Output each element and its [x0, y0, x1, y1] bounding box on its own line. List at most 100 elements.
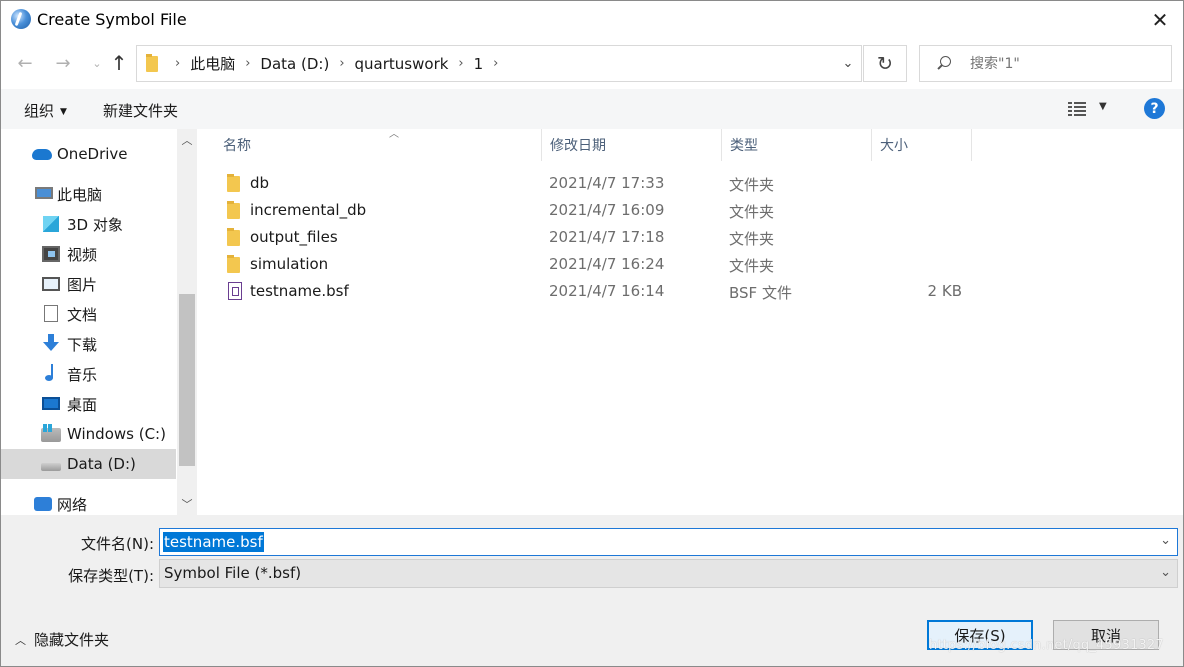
address-history-dropdown[interactable]: ⌄: [835, 46, 861, 81]
view-options-icon[interactable]: [1068, 102, 1086, 116]
3d-objects-icon: [43, 216, 59, 232]
up-button[interactable]: ↑: [107, 51, 131, 75]
breadcrumb-this-pc[interactable]: 此电脑: [190, 53, 235, 74]
search-input[interactable]: [970, 53, 1160, 75]
sidebar-item-data-d[interactable]: Data (D:): [1, 449, 176, 479]
folder-icon: [227, 255, 240, 273]
sidebar-item-documents[interactable]: 文档: [1, 299, 176, 329]
this-pc-icon: [35, 187, 53, 199]
sidebar-item-label: 桌面: [67, 395, 98, 414]
help-icon[interactable]: ?: [1144, 98, 1165, 119]
file-name: testname.bsf: [250, 282, 349, 300]
chevron-right-icon[interactable]: ›: [448, 56, 473, 71]
sidebar-item-3d-objects[interactable]: 3D 对象: [1, 209, 176, 239]
sidebar-item-label: 网络: [57, 495, 88, 514]
bsf-file-icon: [228, 282, 242, 300]
file-row-db[interactable]: db 2021/4/7 17:33 文件夹: [221, 170, 981, 197]
close-button[interactable]: ✕: [1137, 1, 1183, 39]
sidebar-item-downloads[interactable]: 下载: [1, 329, 176, 359]
column-header-date[interactable]: 修改日期: [542, 129, 722, 161]
filename-input-value[interactable]: testname.bsf: [163, 532, 264, 552]
chevron-up-icon: ︿: [15, 633, 26, 647]
filename-field[interactable]: testname.bsf ⌄: [159, 528, 1178, 556]
file-type: 文件夹: [729, 257, 775, 275]
sidebar-item-desktop[interactable]: 桌面: [1, 389, 176, 419]
sidebar-item-windows-c[interactable]: Windows (C:): [1, 419, 176, 449]
chevron-right-icon[interactable]: ›: [235, 56, 260, 71]
folder-icon: [227, 174, 240, 192]
sidebar-item-network[interactable]: 网络: [1, 489, 176, 515]
file-type: 文件夹: [729, 176, 775, 194]
pictures-icon: [42, 277, 60, 291]
chevron-right-icon[interactable]: ›: [165, 56, 190, 71]
hide-folders-toggle[interactable]: ︿ 隐藏文件夹: [15, 629, 109, 650]
file-row-testname-bsf[interactable]: testname.bsf 2021/4/7 16:14 BSF 文件 2 KB: [221, 278, 981, 305]
arrow-left-icon: ←: [17, 52, 33, 74]
scroll-up-button[interactable]: ︿: [177, 129, 197, 151]
file-date: 2021/4/7 16:09: [549, 201, 665, 219]
address-bar[interactable]: › 此电脑 › Data (D:) › quartuswork › 1 › ⌄: [136, 45, 862, 82]
navigation-pane: OneDrive 此电脑 3D 对象 视频 图片 文档 下载 音乐 桌面 Win…: [1, 129, 197, 515]
search-icon: [936, 56, 952, 72]
chevron-down-icon: ⌄: [92, 56, 102, 70]
file-name: simulation: [250, 255, 329, 273]
chevron-right-icon[interactable]: ›: [483, 56, 508, 71]
close-icon: ✕: [1151, 8, 1169, 32]
filetype-label: 保存类型(T):: [68, 567, 154, 585]
desktop-icon: [42, 397, 60, 410]
new-folder-button[interactable]: 新建文件夹: [103, 100, 178, 121]
chevron-down-icon[interactable]: ⌄: [1160, 533, 1171, 548]
column-header-name[interactable]: ︿ 名称: [215, 129, 542, 161]
sidebar-item-this-pc[interactable]: 此电脑: [1, 179, 176, 209]
recent-locations-button[interactable]: ⌄: [85, 51, 109, 75]
sidebar-item-label: Windows (C:): [67, 425, 166, 443]
file-name: output_files: [250, 228, 338, 246]
breadcrumb-quartuswork[interactable]: quartuswork: [355, 55, 449, 73]
documents-icon: [44, 305, 58, 322]
sidebar-scrollbar[interactable]: ︿ ﹀: [177, 129, 197, 515]
file-size: 2 KB: [927, 282, 962, 300]
sidebar-item-videos[interactable]: 视频: [1, 239, 176, 269]
file-row-incremental-db[interactable]: incremental_db 2021/4/7 16:09 文件夹: [221, 197, 981, 224]
sidebar-item-onedrive[interactable]: OneDrive: [1, 139, 176, 169]
caret-down-icon: ▼: [60, 107, 67, 117]
chevron-down-icon: ﹀: [181, 498, 193, 511]
scroll-down-button[interactable]: ﹀: [177, 493, 197, 515]
file-name: incremental_db: [250, 201, 367, 219]
downloads-icon: [43, 334, 59, 352]
file-date: 2021/4/7 16:24: [549, 255, 665, 273]
file-type: 文件夹: [729, 203, 775, 221]
chevron-up-icon: ︿: [181, 134, 193, 147]
chevron-right-icon[interactable]: ›: [329, 56, 354, 71]
organize-menu-button[interactable]: 组织 ▼: [24, 100, 67, 121]
organize-label: 组织: [24, 102, 55, 120]
watermark-text: https://blog.csdn.net/qq_45931327: [929, 638, 1164, 653]
breadcrumb: › 此电脑 › Data (D:) › quartuswork › 1 ›: [165, 46, 508, 81]
filetype-selected-value: Symbol File (*.bsf): [164, 564, 302, 582]
column-header-type[interactable]: 类型: [722, 129, 872, 161]
breadcrumb-folder-1[interactable]: 1: [474, 55, 484, 73]
chevron-down-icon: ⌄: [1160, 565, 1171, 580]
sidebar-item-pictures[interactable]: 图片: [1, 269, 176, 299]
videos-icon: [42, 246, 60, 262]
search-box: [919, 45, 1172, 82]
file-row-output-files[interactable]: output_files 2021/4/7 17:18 文件夹: [221, 224, 981, 251]
refresh-button[interactable]: ↻: [863, 45, 907, 82]
back-button[interactable]: ←: [13, 51, 37, 75]
onedrive-icon: [32, 149, 52, 160]
breadcrumb-data-drive[interactable]: Data (D:): [260, 55, 329, 73]
column-header-size[interactable]: 大小: [872, 129, 972, 161]
file-row-simulation[interactable]: simulation 2021/4/7 16:24 文件夹: [221, 251, 981, 278]
filetype-select[interactable]: Symbol File (*.bsf) ⌄: [159, 559, 1178, 588]
sidebar-item-label: 视频: [67, 245, 98, 264]
sidebar-item-music[interactable]: 音乐: [1, 359, 176, 389]
hide-folders-label: 隐藏文件夹: [34, 631, 110, 649]
view-options-dropdown[interactable]: ▼: [1099, 101, 1107, 112]
music-icon: [45, 364, 57, 382]
forward-button[interactable]: →: [51, 51, 75, 75]
scrollbar-thumb[interactable]: [179, 294, 195, 466]
folder-icon: [227, 228, 240, 246]
arrow-up-icon: ↑: [110, 51, 128, 75]
quartus-app-icon: [11, 9, 31, 29]
navigation-bar: ← → ⌄ ↑ › 此电脑 › Data (D:) › quartuswork …: [1, 39, 1183, 89]
